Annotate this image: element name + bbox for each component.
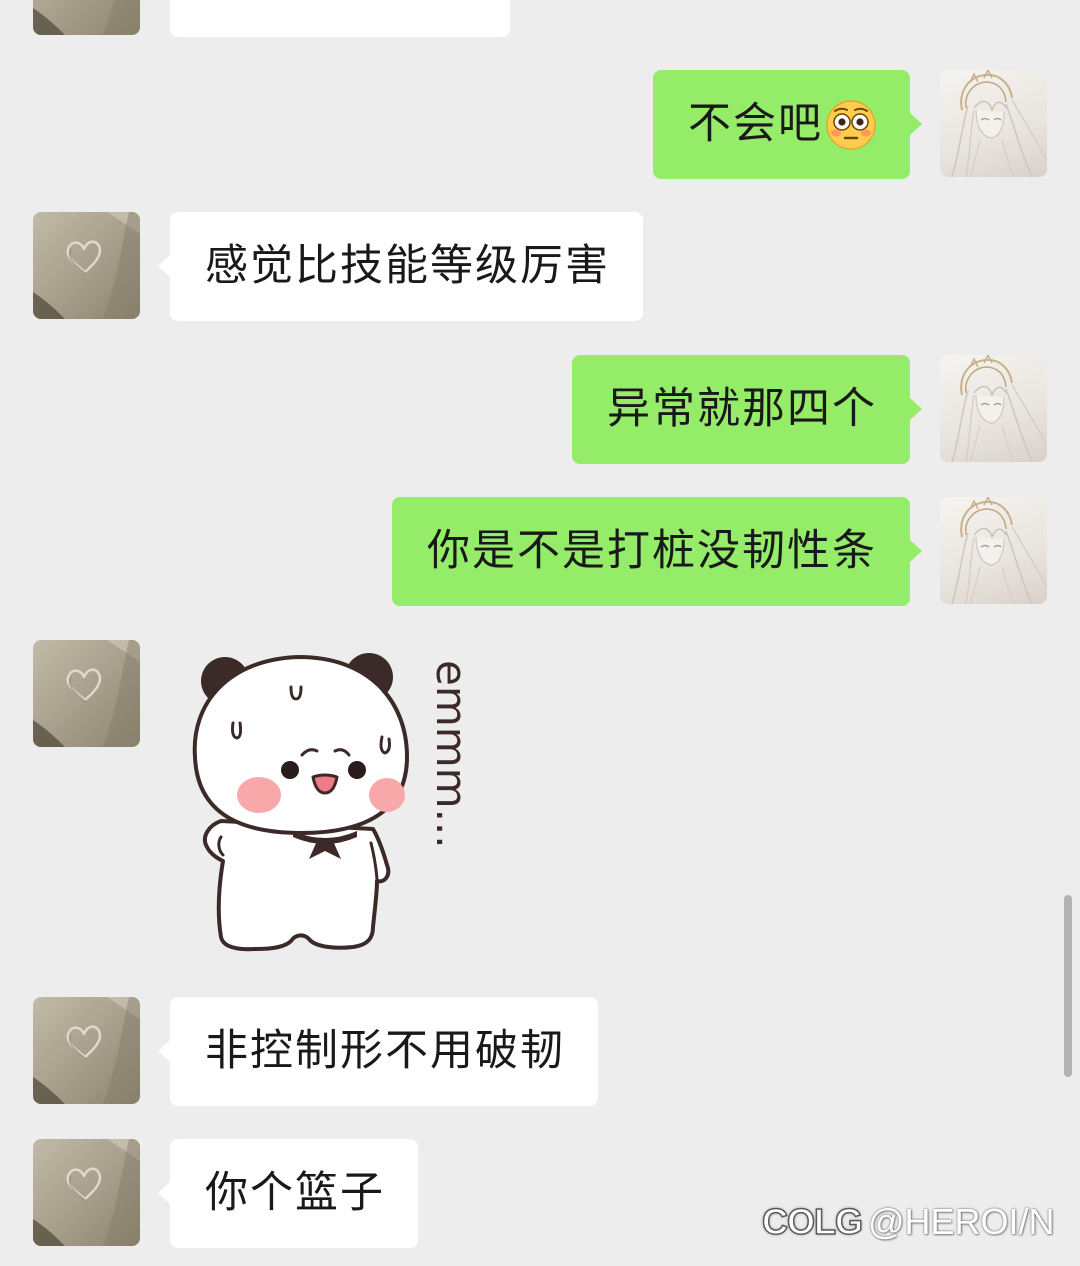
message-text: 感觉比技能等级厉害 xyxy=(205,241,610,291)
self-avatar[interactable] xyxy=(940,70,1047,177)
panda-body xyxy=(202,819,391,952)
heart-sketch-avatar-icon xyxy=(33,997,140,1104)
message-text: 非控制形不用破韧 xyxy=(205,1026,565,1076)
message-bubble[interactable]: 你是不是打桩没韧性条 xyxy=(392,497,922,606)
message-bubble[interactable] xyxy=(170,0,510,37)
watermark-handle: @HEROI/N xyxy=(868,1201,1055,1242)
panda-mouth xyxy=(311,773,339,795)
watermark-logo: COLG xyxy=(761,1200,864,1243)
message-text: 不会吧 xyxy=(688,99,823,149)
contact-avatar[interactable] xyxy=(33,640,140,747)
heart-sketch-avatar-icon xyxy=(33,1139,140,1246)
message-row: 非控制形不用破韧 xyxy=(0,997,1080,1106)
message-text: 你个篮子 xyxy=(205,1168,385,1218)
contact-avatar[interactable] xyxy=(33,1139,140,1246)
self-avatar[interactable] xyxy=(940,497,1047,604)
watermark: COLG @HEROI/N xyxy=(761,1198,1055,1246)
scrollbar-thumb[interactable] xyxy=(1064,895,1072,1077)
message-row: 感觉比技能等级厉害 xyxy=(0,212,1080,321)
message-row: 不会吧 xyxy=(0,70,1080,179)
message-row: emmm... xyxy=(0,640,1080,960)
flushed-face-emoji-icon xyxy=(826,99,876,150)
sticker-caption: emmm... xyxy=(427,660,476,849)
message-text: 异常就那四个 xyxy=(607,384,877,434)
anime-girl-avatar-icon xyxy=(951,497,1047,604)
heart-sketch-avatar-icon xyxy=(33,212,140,319)
message-bubble[interactable]: 不会吧 xyxy=(653,70,922,179)
message-row xyxy=(0,0,1080,37)
contact-avatar[interactable] xyxy=(33,0,140,35)
message-row: 异常就那四个 xyxy=(0,355,1080,464)
panda-left-cheek xyxy=(237,777,281,813)
heart-sketch-avatar-icon xyxy=(33,640,140,747)
panda-left-eye xyxy=(281,761,299,779)
heart-sketch-avatar-icon xyxy=(33,0,140,35)
message-bubble[interactable]: 非控制形不用破韧 xyxy=(158,997,598,1106)
message-bubble[interactable]: 异常就那四个 xyxy=(572,355,922,464)
panda-right-cheek xyxy=(369,778,405,812)
panda-scarf-center xyxy=(319,838,331,850)
anime-girl-avatar-icon xyxy=(951,355,1047,462)
self-avatar[interactable] xyxy=(940,355,1047,462)
panda-right-eye xyxy=(348,761,366,779)
panda-sticker[interactable]: emmm... xyxy=(185,645,485,960)
contact-avatar[interactable] xyxy=(33,997,140,1104)
message-bubble[interactable]: 感觉比技能等级厉害 xyxy=(158,212,643,321)
chat-screen: 不会吧 感觉比技能等级厉害 异常就那四个 你是不是打桩没韧性条 emmm... … xyxy=(0,0,1080,1266)
anime-girl-avatar-icon xyxy=(951,70,1047,177)
sweating-panda-sticker-icon: emmm... xyxy=(192,653,476,952)
message-text: 你是不是打桩没韧性条 xyxy=(427,526,877,576)
contact-avatar[interactable] xyxy=(33,212,140,319)
message-bubble[interactable]: 你个篮子 xyxy=(158,1139,418,1248)
message-row: 你是不是打桩没韧性条 xyxy=(0,497,1080,606)
